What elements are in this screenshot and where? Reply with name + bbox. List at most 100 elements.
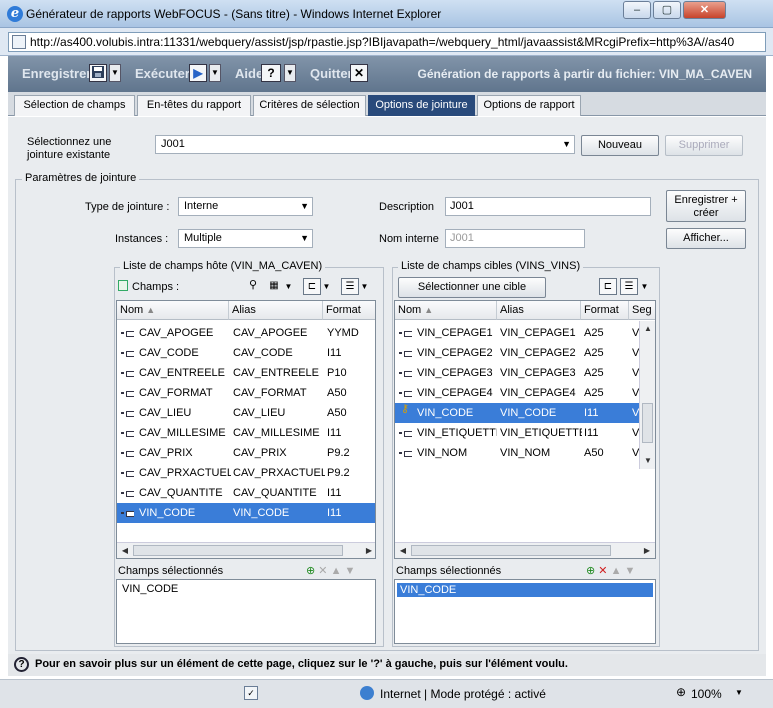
table-row[interactable]: CAV_APOGEE CAV_APOGEE YYMD xyxy=(117,323,375,343)
host-cell-2: YYMD xyxy=(327,327,359,339)
table-row[interactable]: VIN_CODE VIN_CODE I11 xyxy=(117,503,375,523)
field-icon xyxy=(120,503,134,523)
scroll-left-icon[interactable]: ◀ xyxy=(117,543,133,558)
host-selected-item[interactable]: VIN_CODE xyxy=(117,580,375,598)
move-up-icon[interactable]: ▲ xyxy=(611,565,622,577)
tab-field-selection[interactable]: Sélection de champs xyxy=(14,95,135,116)
select-target-button[interactable]: Sélectionner une cible xyxy=(398,277,546,298)
scroll-right-icon[interactable]: ▶ xyxy=(361,543,375,558)
scroll-thumb[interactable] xyxy=(642,403,653,443)
table-row[interactable]: VIN_CEPAGE2 VIN_CEPAGE2 A25 V xyxy=(395,343,639,363)
list-view-icon[interactable]: ☰ xyxy=(620,278,638,295)
move-down-icon[interactable]: ▼ xyxy=(345,565,356,577)
tab-selection-criteria[interactable]: Critères de sélection xyxy=(253,95,366,116)
tree-view-icon[interactable]: ⊏ xyxy=(599,278,617,295)
help-icon[interactable]: ? xyxy=(261,64,281,82)
table-row[interactable]: VIN_ETIQUETTE VIN_ETIQUETTE I11 V xyxy=(395,423,639,443)
table-row[interactable]: VIN_CEPAGE3 VIN_CEPAGE3 A25 V xyxy=(395,363,639,383)
delete-icon[interactable]: ✕ xyxy=(598,565,607,577)
host-selected-label: Champs sélectionnés xyxy=(118,565,224,577)
table-row[interactable]: CAV_LIEU CAV_LIEU A50 xyxy=(117,403,375,423)
minimize-button[interactable]: – xyxy=(623,1,651,19)
save-button[interactable]: Enregistrer xyxy=(22,66,91,81)
save-dropdown[interactable]: ▼ xyxy=(109,64,121,82)
table-row[interactable]: CAV_QUANTITE CAV_QUANTITE I11 xyxy=(117,483,375,503)
host-cell-0: CAV_ENTREELE xyxy=(139,367,225,379)
host-cell-0: CAV_PRXACTUEL xyxy=(139,467,231,479)
scroll-down-icon[interactable]: ▼ xyxy=(640,453,655,469)
quit-button[interactable]: Quitter xyxy=(310,66,353,81)
host-horizontal-scrollbar[interactable]: ◀ ▶ xyxy=(117,542,375,558)
target-horizontal-scrollbar[interactable]: ◀ ▶ xyxy=(395,542,655,558)
table-row[interactable]: CAV_FORMAT CAV_FORMAT A50 xyxy=(117,383,375,403)
table-row[interactable]: VIN_CEPAGE4 VIN_CEPAGE4 A25 V xyxy=(395,383,639,403)
host-col-name[interactable]: Nom ▲ xyxy=(117,301,229,320)
target-col-format[interactable]: Format xyxy=(581,301,629,320)
target-col-alias[interactable]: Alias xyxy=(497,301,581,320)
host-col-alias[interactable]: Alias xyxy=(229,301,323,320)
zoom-level[interactable]: 100% xyxy=(691,687,722,701)
close-icon[interactable]: ✕ xyxy=(350,64,368,82)
tree-view-icon[interactable]: ⊏ xyxy=(303,278,321,295)
save-create-button[interactable]: Enregistrer + créer xyxy=(666,190,746,222)
close-button[interactable]: ✕ xyxy=(683,1,726,19)
target-vertical-scrollbar[interactable]: ▲ ▼ xyxy=(639,321,655,469)
maximize-button[interactable]: ▢ xyxy=(653,1,681,19)
chevron-down-icon[interactable]: ▼ xyxy=(735,688,743,697)
target-col-name[interactable]: Nom ▲ xyxy=(395,301,497,320)
chevron-down-icon[interactable]: ▼ xyxy=(284,278,293,295)
target-col-segment[interactable]: Seg xyxy=(629,301,655,320)
delete-icon[interactable]: ✕ xyxy=(318,565,327,577)
tab-report-options[interactable]: Options de rapport xyxy=(477,95,581,116)
host-cell-1: CAV_PRIX xyxy=(233,447,287,459)
chevron-down-icon[interactable]: ▼ xyxy=(360,278,369,295)
url-text[interactable]: http://as400.volubis.intra:11331/webquer… xyxy=(30,35,764,49)
join-select[interactable]: J001 ▼ xyxy=(155,135,575,154)
table-row[interactable]: CAV_PRIX CAV_PRIX P9.2 xyxy=(117,443,375,463)
run-dropdown[interactable]: ▼ xyxy=(209,64,221,82)
calculator-icon[interactable]: ▦ xyxy=(266,278,282,295)
help-dropdown[interactable]: ▼ xyxy=(284,64,296,82)
table-row[interactable]: VIN_NOM VIN_NOM A50 V xyxy=(395,443,639,463)
description-field[interactable]: J001 xyxy=(445,197,651,216)
window-title-bar[interactable]: e Générateur de rapports WebFOCUS - (San… xyxy=(0,0,773,28)
instances-select[interactable]: Multiple ▼ xyxy=(178,229,313,248)
table-row[interactable]: CAV_CODE CAV_CODE I11 xyxy=(117,343,375,363)
table-row[interactable]: CAV_MILLESIME CAV_MILLESIME I11 xyxy=(117,423,375,443)
move-down-icon[interactable]: ▼ xyxy=(625,565,636,577)
add-icon[interactable]: ⊕ xyxy=(586,565,595,577)
target-cell-0: VIN_NOM xyxy=(417,447,468,459)
help-menu[interactable]: Aide xyxy=(235,66,263,81)
join-type-select[interactable]: Interne ▼ xyxy=(178,197,313,216)
table-row[interactable]: CAV_PRXACTUEL CAV_PRXACTUEL P9.2 xyxy=(117,463,375,483)
chevron-down-icon[interactable]: ▼ xyxy=(640,278,649,295)
chevron-down-icon[interactable]: ▼ xyxy=(322,278,331,295)
table-row[interactable]: CAV_ENTREELE CAV_ENTREELE P10 xyxy=(117,363,375,383)
field-icon xyxy=(398,443,412,463)
help-icon[interactable]: ? xyxy=(14,657,29,672)
target-selected-item[interactable]: VIN_CODE xyxy=(397,583,653,597)
move-up-icon[interactable]: ▲ xyxy=(331,565,342,577)
host-col-format[interactable]: Format xyxy=(323,301,375,320)
scroll-right-icon[interactable]: ▶ xyxy=(639,543,655,558)
security-zone[interactable]: Internet | Mode protégé : activé xyxy=(380,687,546,701)
tab-join-options[interactable]: Options de jointure xyxy=(368,95,475,116)
list-view-icon[interactable]: ☰ xyxy=(341,278,359,295)
run-button[interactable]: Exécuter xyxy=(135,66,190,81)
host-selected-list[interactable]: VIN_CODE xyxy=(116,579,376,644)
scroll-thumb[interactable] xyxy=(411,545,611,556)
show-button[interactable]: Afficher... xyxy=(666,228,746,249)
new-join-button[interactable]: Nouveau xyxy=(581,135,659,156)
binoculars-icon[interactable]: ⚲ xyxy=(244,278,262,295)
scroll-left-icon[interactable]: ◀ xyxy=(395,543,411,558)
field-icon xyxy=(120,363,134,383)
add-icon[interactable]: ⊕ xyxy=(306,565,315,577)
run-arrow-icon[interactable]: ▶ xyxy=(189,64,207,82)
scroll-thumb[interactable] xyxy=(133,545,343,556)
table-row[interactable]: VIN_CEPAGE1 VIN_CEPAGE1 A25 V xyxy=(395,323,639,343)
table-row[interactable]: ⚷ VIN_CODE VIN_CODE I11 V xyxy=(395,403,639,423)
scroll-up-icon[interactable]: ▲ xyxy=(640,321,655,337)
target-selected-list[interactable]: VIN_CODE xyxy=(394,579,656,644)
tab-report-headers[interactable]: En-têtes du rapport xyxy=(137,95,251,116)
floppy-icon[interactable] xyxy=(89,64,107,82)
